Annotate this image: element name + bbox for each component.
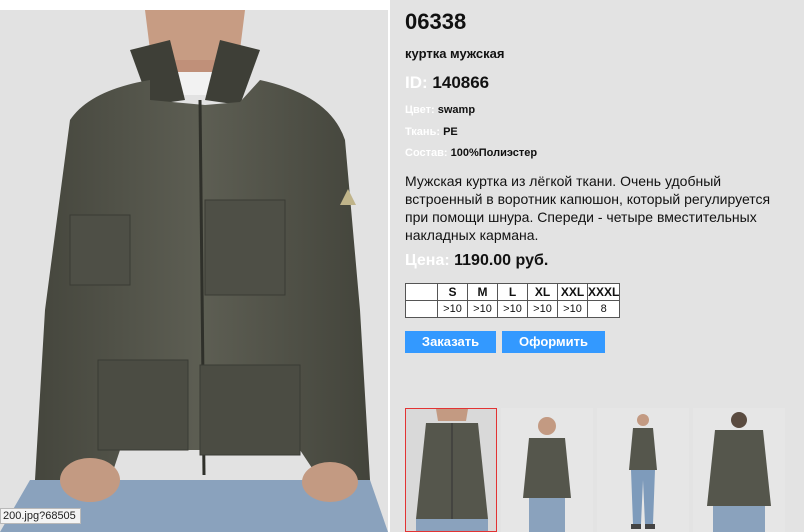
thumbnail-model-back-image (693, 408, 785, 532)
stock-cell: >10 (467, 300, 498, 318)
product-id-row: ID: 140866 (405, 73, 489, 93)
composition-label: Состав: (405, 147, 448, 159)
stock-cell: >10 (527, 300, 558, 318)
size-header-cell[interactable]: M (467, 283, 498, 301)
stock-cell: >10 (557, 300, 588, 318)
size-header-cell[interactable]: S (437, 283, 468, 301)
composition-row: Состав: 100%Полиэстер (405, 147, 537, 159)
fabric-value: PE (443, 126, 458, 138)
size-header-row: S M L XL XXL XXXL (405, 283, 621, 301)
size-header-cell[interactable]: XL (527, 283, 558, 301)
id-label: ID: (405, 73, 428, 92)
product-info-panel: 06338 куртка мужская ID: 140866 Цвет: sw… (390, 0, 804, 532)
size-header-cell[interactable]: XXL (557, 283, 588, 301)
size-stock-row: >10 >10 >10 >10 >10 8 (405, 300, 621, 318)
size-table: S M L XL XXL XXXL >10 >10 >10 >10 >10 8 (405, 283, 621, 318)
size-header-cell[interactable]: XXXL (586, 283, 621, 301)
color-row: Цвет: swamp (405, 104, 475, 116)
price-row: Цена: 1190.00 руб. (405, 252, 548, 270)
checkout-button[interactable]: Оформить (502, 331, 605, 353)
thumbnail-3[interactable] (597, 408, 689, 532)
stock-cell: >10 (497, 300, 528, 318)
status-bar-url: 200.jpg?68505 (0, 508, 81, 524)
price-label: Цена: (405, 252, 450, 269)
stock-cell (405, 300, 438, 318)
stock-cell: 8 (586, 300, 621, 318)
jacket-photo-image (0, 10, 388, 532)
thumbnail-1[interactable] (405, 408, 497, 532)
size-header-cell (405, 283, 438, 301)
thumbnail-jacket-front-image (406, 409, 496, 531)
fabric-label: Ткань: (405, 126, 440, 138)
price-value: 1190.00 руб. (454, 252, 549, 269)
product-description: Мужская куртка из лёгкой ткани. Очень уд… (405, 173, 771, 243)
main-product-photo[interactable] (0, 10, 388, 532)
size-header-cell[interactable]: L (497, 283, 528, 301)
order-button[interactable]: Заказать (405, 331, 496, 353)
composition-value: 100%Полиэстер (450, 147, 538, 159)
thumbnail-2[interactable] (501, 408, 593, 532)
product-article: 06338 (405, 9, 467, 34)
color-value: swamp (437, 104, 476, 116)
thumbnail-4[interactable] (693, 408, 785, 532)
product-type: куртка мужская (405, 46, 505, 61)
thumbnail-model-front-image (501, 408, 593, 532)
color-label: Цвет: (405, 104, 435, 116)
fabric-row: Ткань: PE (405, 126, 458, 138)
stock-cell: >10 (437, 300, 468, 318)
id-value: 140866 (432, 73, 490, 92)
thumbnail-model-full-image (597, 408, 689, 532)
